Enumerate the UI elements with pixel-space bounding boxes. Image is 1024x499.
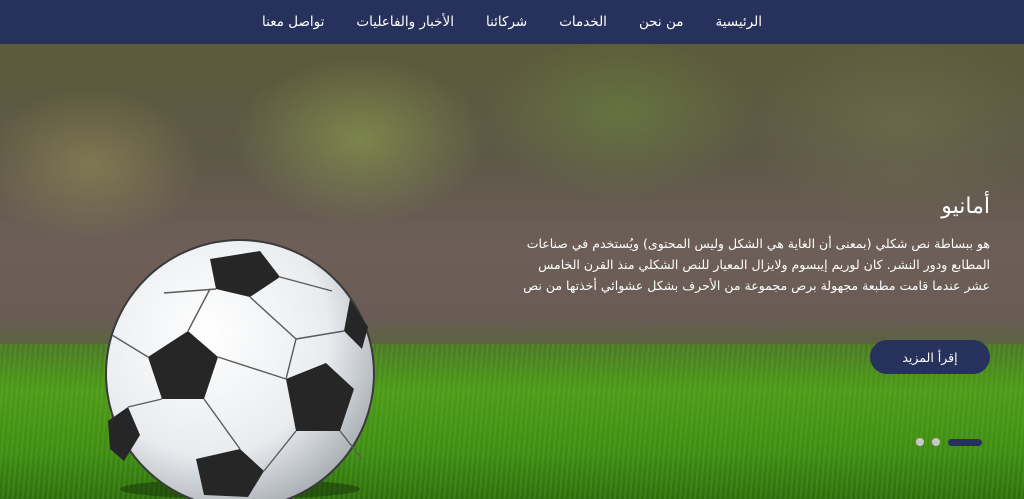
nav-item-partners[interactable]: شركائنا	[470, 0, 543, 44]
slide-dot-1[interactable]	[948, 438, 982, 446]
hero-description: هو ببساطة نص شكلي (بمعنى أن الغاية هي ال…	[523, 236, 990, 293]
nav-item-services[interactable]: الخدمات	[543, 0, 623, 44]
nav-item-contact[interactable]: تواصل معنا	[246, 0, 340, 44]
nav-item-news-events[interactable]: الأخبار والفاعليات	[340, 0, 470, 44]
slide-dot-3[interactable]	[916, 438, 924, 446]
slide-dot-2[interactable]	[932, 438, 940, 446]
nav-item-home[interactable]: الرئيسية	[700, 0, 779, 44]
nav-item-about[interactable]: من نحن	[623, 0, 700, 44]
hero-content: أمانيو هو ببساطة نص شكلي (بمعنى أن الغاي…	[510, 194, 990, 296]
soccer-ball-image	[105, 239, 375, 499]
top-navbar: الرئيسية من نحن الخدمات شركائنا الأخبار …	[0, 0, 1024, 44]
hero-title: أمانيو	[941, 194, 990, 219]
nav-menu: الرئيسية من نحن الخدمات شركائنا الأخبار …	[246, 0, 778, 44]
read-more-button[interactable]: إقرأ المزيد	[870, 340, 990, 374]
slider-pagination	[916, 438, 982, 446]
hero-slider: أمانيو هو ببساطة نص شكلي (بمعنى أن الغاي…	[0, 44, 1024, 499]
